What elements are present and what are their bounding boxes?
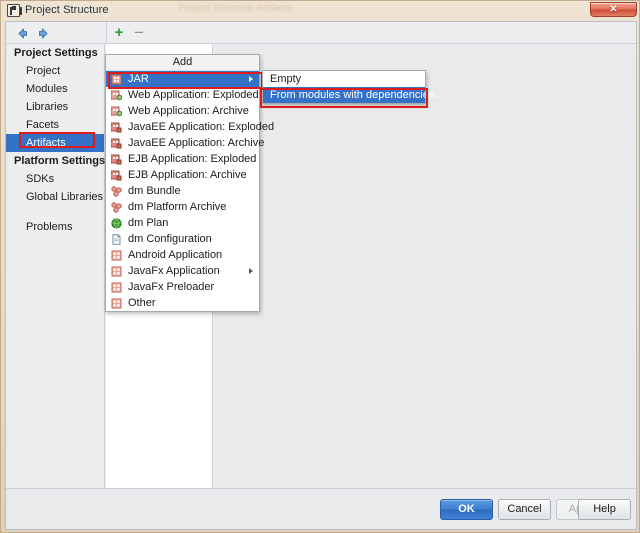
window-title: Project Structure bbox=[25, 4, 109, 16]
sidebar-group-project-settings: Project Settings bbox=[14, 47, 98, 59]
menu-header-add: Add bbox=[106, 55, 259, 71]
menu-item-jar[interactable]: JAR bbox=[106, 71, 259, 87]
menu-item-list: JAR Web Application: Exploded Web Applic… bbox=[106, 71, 274, 311]
ejb-app-icon bbox=[110, 154, 122, 165]
menu-item-dm-platform-archive[interactable]: dm Platform Archive bbox=[106, 199, 259, 215]
nav-toolbar: + − bbox=[6, 22, 636, 44]
menu-item-label: dm Bundle bbox=[128, 185, 181, 197]
add-artifact-button[interactable]: + bbox=[111, 25, 127, 41]
javaee-app-icon bbox=[110, 122, 122, 133]
dm-plan-globe-icon bbox=[111, 218, 122, 229]
menu-item-label: JavaFx Application bbox=[128, 265, 220, 277]
jar-submenu: Empty From modules with dependencies... bbox=[262, 70, 444, 104]
chevron-right-icon bbox=[249, 76, 253, 82]
help-button[interactable]: Help bbox=[578, 499, 631, 520]
menu-item-label: Web Application: Exploded bbox=[128, 89, 259, 101]
arrow-right-icon[interactable] bbox=[37, 27, 50, 40]
android-app-icon bbox=[111, 250, 122, 261]
dialog-button-bar: OK Cancel Apply Help bbox=[6, 488, 636, 529]
app-icon bbox=[7, 4, 22, 17]
sidebar-group-platform-settings: Platform Settings bbox=[14, 155, 106, 167]
menu-item-label: dm Platform Archive bbox=[128, 201, 227, 213]
add-artifact-menu: Add JAR Web Application: Exploded Web Ap… bbox=[105, 54, 274, 312]
menu-item-javaee-application-archive[interactable]: JavaEE Application: Archive bbox=[106, 135, 264, 151]
sidebar-item-global-libraries[interactable]: Global Libraries bbox=[6, 188, 104, 206]
sidebar-item-project[interactable]: Project bbox=[6, 62, 104, 80]
dm-platform-icon bbox=[111, 202, 122, 213]
menu-item-label: JavaFx Preloader bbox=[128, 281, 215, 293]
sidebar-item-facets[interactable]: Facets bbox=[6, 116, 104, 134]
menu-item-web-application-archive[interactable]: Web Application: Archive bbox=[106, 103, 259, 119]
javaee-app-icon bbox=[110, 138, 122, 149]
document-icon bbox=[111, 234, 122, 245]
menu-item-ejb-application-archive[interactable]: EJB Application: Archive bbox=[106, 167, 259, 183]
menu-item-dm-bundle[interactable]: dm Bundle bbox=[106, 183, 259, 199]
artifact-details-panel bbox=[214, 44, 636, 509]
javafx-preloader-icon bbox=[111, 282, 122, 293]
web-app-icon bbox=[110, 90, 123, 101]
submenu-item-label: Empty bbox=[270, 73, 302, 85]
menu-item-javaee-application-exploded[interactable]: JavaEE Application: Exploded bbox=[106, 119, 274, 135]
menu-item-label: Android Application bbox=[128, 249, 223, 261]
menu-item-label: Web Application: Archive bbox=[128, 105, 249, 117]
remove-artifact-button[interactable]: − bbox=[131, 24, 147, 41]
web-app-icon bbox=[110, 106, 123, 117]
menu-item-dm-plan[interactable]: dm Plan bbox=[106, 215, 259, 231]
menu-item-android-application[interactable]: Android Application bbox=[106, 247, 259, 263]
menu-item-ejb-application-exploded[interactable]: EJB Application: Exploded bbox=[106, 151, 259, 167]
sidebar-item-modules[interactable]: Modules bbox=[6, 80, 104, 98]
menu-item-javafx-application[interactable]: JavaFx Application bbox=[106, 263, 259, 279]
ejb-app-icon bbox=[110, 170, 122, 181]
javafx-app-icon bbox=[111, 266, 122, 277]
background-ghost-text: Project Structure Artifacts bbox=[179, 3, 292, 14]
chevron-right-icon bbox=[249, 268, 253, 274]
title-bar: Project Structure Project Structure Arti… bbox=[1, 1, 640, 21]
artifacts-toolbar: + − bbox=[106, 22, 636, 44]
window-body: + − Project Settings Project Modules Lib… bbox=[5, 21, 637, 530]
dm-bundle-icon bbox=[111, 186, 122, 197]
settings-sidebar: Project Settings Project Modules Librari… bbox=[6, 44, 105, 509]
menu-item-other[interactable]: Other bbox=[106, 295, 259, 311]
sidebar-item-libraries[interactable]: Libraries bbox=[6, 98, 104, 116]
close-icon: ✕ bbox=[609, 4, 618, 15]
cancel-button[interactable]: Cancel bbox=[498, 499, 551, 520]
submenu-item-empty[interactable]: Empty bbox=[263, 71, 425, 87]
menu-item-label: JavaEE Application: Exploded bbox=[128, 121, 275, 133]
project-structure-window: Project Structure Project Structure Arti… bbox=[0, 0, 640, 533]
sidebar-item-artifacts[interactable]: Artifacts bbox=[6, 134, 104, 152]
menu-item-label: JavaEE Application: Archive bbox=[128, 137, 265, 149]
menu-item-dm-configuration[interactable]: dm Configuration bbox=[106, 231, 259, 247]
menu-item-label: JAR bbox=[128, 73, 149, 85]
menu-item-label: Other bbox=[128, 297, 156, 309]
other-icon bbox=[111, 298, 122, 309]
menu-item-label: EJB Application: Archive bbox=[128, 169, 247, 181]
arrow-left-icon[interactable] bbox=[16, 27, 29, 40]
menu-item-web-application-exploded[interactable]: Web Application: Exploded bbox=[106, 87, 259, 103]
sidebar-item-sdks[interactable]: SDKs bbox=[6, 170, 104, 188]
menu-item-label: dm Configuration bbox=[128, 233, 212, 245]
close-button[interactable]: ✕ bbox=[590, 2, 637, 17]
menu-item-javafx-preloader[interactable]: JavaFx Preloader bbox=[106, 279, 259, 295]
submenu-item-label: From modules with dependencies... bbox=[270, 89, 444, 101]
submenu-item-from-modules-with-dependencies[interactable]: From modules with dependencies... bbox=[263, 87, 444, 103]
ok-button[interactable]: OK bbox=[440, 499, 493, 520]
menu-item-label: EJB Application: Exploded bbox=[128, 153, 257, 165]
sidebar-item-problems[interactable]: Problems bbox=[6, 218, 104, 236]
menu-item-label: dm Plan bbox=[128, 217, 169, 229]
jar-icon bbox=[111, 74, 122, 85]
